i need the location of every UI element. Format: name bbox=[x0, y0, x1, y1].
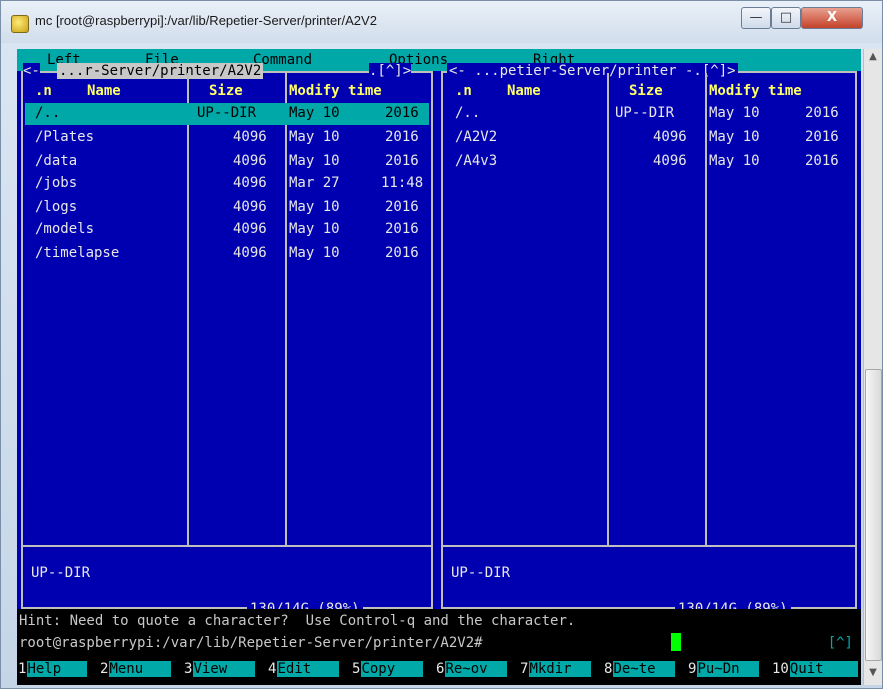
file-row[interactable]: /.. UP--DIR May 10 2016 bbox=[445, 103, 853, 125]
maximize-button[interactable]: □ bbox=[771, 7, 801, 29]
command-area: Hint: Need to quote a character? Use Con… bbox=[17, 609, 861, 685]
column-sort-mark[interactable]: .n bbox=[35, 83, 52, 99]
left-mini-status: UP--DIR bbox=[31, 565, 91, 581]
left-panel-history[interactable]: .[^]> bbox=[369, 63, 412, 79]
fkey-pulldn[interactable]: 9Pu~Dn bbox=[687, 661, 760, 683]
fkey-mkdir[interactable]: 7Mkdir bbox=[519, 661, 592, 683]
right-mini-status: UP--DIR bbox=[451, 565, 511, 581]
fkey-menu[interactable]: 2Menu bbox=[99, 661, 172, 683]
fkey-copy[interactable]: 5Copy bbox=[351, 661, 424, 683]
fkey-help[interactable]: 1Help bbox=[17, 661, 88, 683]
column-header-size[interactable]: Size bbox=[209, 83, 243, 99]
fkey-quit[interactable]: 10Quit bbox=[771, 661, 858, 683]
mini-status-divider bbox=[23, 545, 431, 547]
hint-text: Hint: Need to quote a character? Use Con… bbox=[19, 613, 576, 629]
left-panel[interactable]: <- ...r-Server/printer/A2V2 .[^]> .n Nam… bbox=[21, 63, 433, 617]
right-panel-path: <- ...petier-Server/printer -.[^]> bbox=[447, 63, 738, 79]
left-panel-corner[interactable]: <- bbox=[23, 63, 40, 79]
scroll-down-arrow-icon[interactable]: ▼ bbox=[864, 667, 882, 683]
close-button[interactable]: X bbox=[801, 7, 863, 29]
column-header-name[interactable]: Name bbox=[87, 83, 121, 99]
file-row-selected[interactable]: /.. UP--DIR May 10 2016 bbox=[25, 103, 429, 125]
terminal-screen[interactable]: Left File Command Options Right <- ...r-… bbox=[17, 49, 861, 685]
column-header-size[interactable]: Size bbox=[629, 83, 663, 99]
title-bar[interactable]: mc [root@raspberrypi]:/var/lib/Repetier-… bbox=[1, 1, 882, 43]
minimize-button[interactable]: — bbox=[741, 7, 771, 29]
file-row[interactable]: /A4v3 4096 May 10 2016 bbox=[445, 151, 853, 173]
fkey-view[interactable]: 3View bbox=[183, 661, 256, 683]
fkey-delete[interactable]: 8De~te bbox=[603, 661, 676, 683]
fkey-renmov[interactable]: 6Re~ov bbox=[435, 661, 508, 683]
scrollbar-thumb[interactable] bbox=[865, 369, 882, 661]
mini-status-divider bbox=[443, 545, 855, 547]
shell-prompt[interactable]: root@raspberrypi:/var/lib/Repetier-Serve… bbox=[19, 635, 483, 651]
file-row[interactable]: /Plates 4096 May 10 2016 bbox=[25, 127, 429, 149]
right-panel[interactable]: <- ...petier-Server/printer -.[^]> .n Na… bbox=[441, 63, 857, 617]
file-row[interactable]: /timelapse 4096 May 10 2016 bbox=[25, 243, 429, 265]
file-row[interactable]: /data 4096 May 10 2016 bbox=[25, 151, 429, 173]
left-panel-path: ...r-Server/printer/A2V2 bbox=[57, 63, 264, 79]
scroll-up-arrow-icon[interactable]: ▲ bbox=[864, 51, 882, 67]
file-row[interactable]: /A2V2 4096 May 10 2016 bbox=[445, 127, 853, 149]
text-cursor bbox=[671, 633, 681, 651]
function-key-bar: 1Help 2Menu 3View 4Edit 5Copy 6Re~ov 7Mk… bbox=[17, 661, 861, 683]
column-header-name[interactable]: Name bbox=[507, 83, 541, 99]
column-header-modify[interactable]: Modify time bbox=[709, 83, 802, 99]
prompt-history-flag[interactable]: [^] bbox=[828, 635, 853, 651]
file-row[interactable]: /jobs 4096 Mar 27 11:48 bbox=[25, 173, 429, 195]
column-sort-mark[interactable]: .n bbox=[455, 83, 472, 99]
column-header-modify[interactable]: Modify time bbox=[289, 83, 382, 99]
file-row[interactable]: /logs 4096 May 10 2016 bbox=[25, 197, 429, 219]
file-row[interactable]: /models 4096 May 10 2016 bbox=[25, 219, 429, 241]
terminal-window: mc [root@raspberrypi]:/var/lib/Repetier-… bbox=[0, 0, 883, 689]
fkey-edit[interactable]: 4Edit bbox=[267, 661, 340, 683]
putty-app-icon bbox=[11, 15, 29, 33]
window-title: mc [root@raspberrypi]:/var/lib/Repetier-… bbox=[35, 13, 377, 28]
vertical-scrollbar[interactable]: ▲ ▼ bbox=[863, 49, 882, 685]
